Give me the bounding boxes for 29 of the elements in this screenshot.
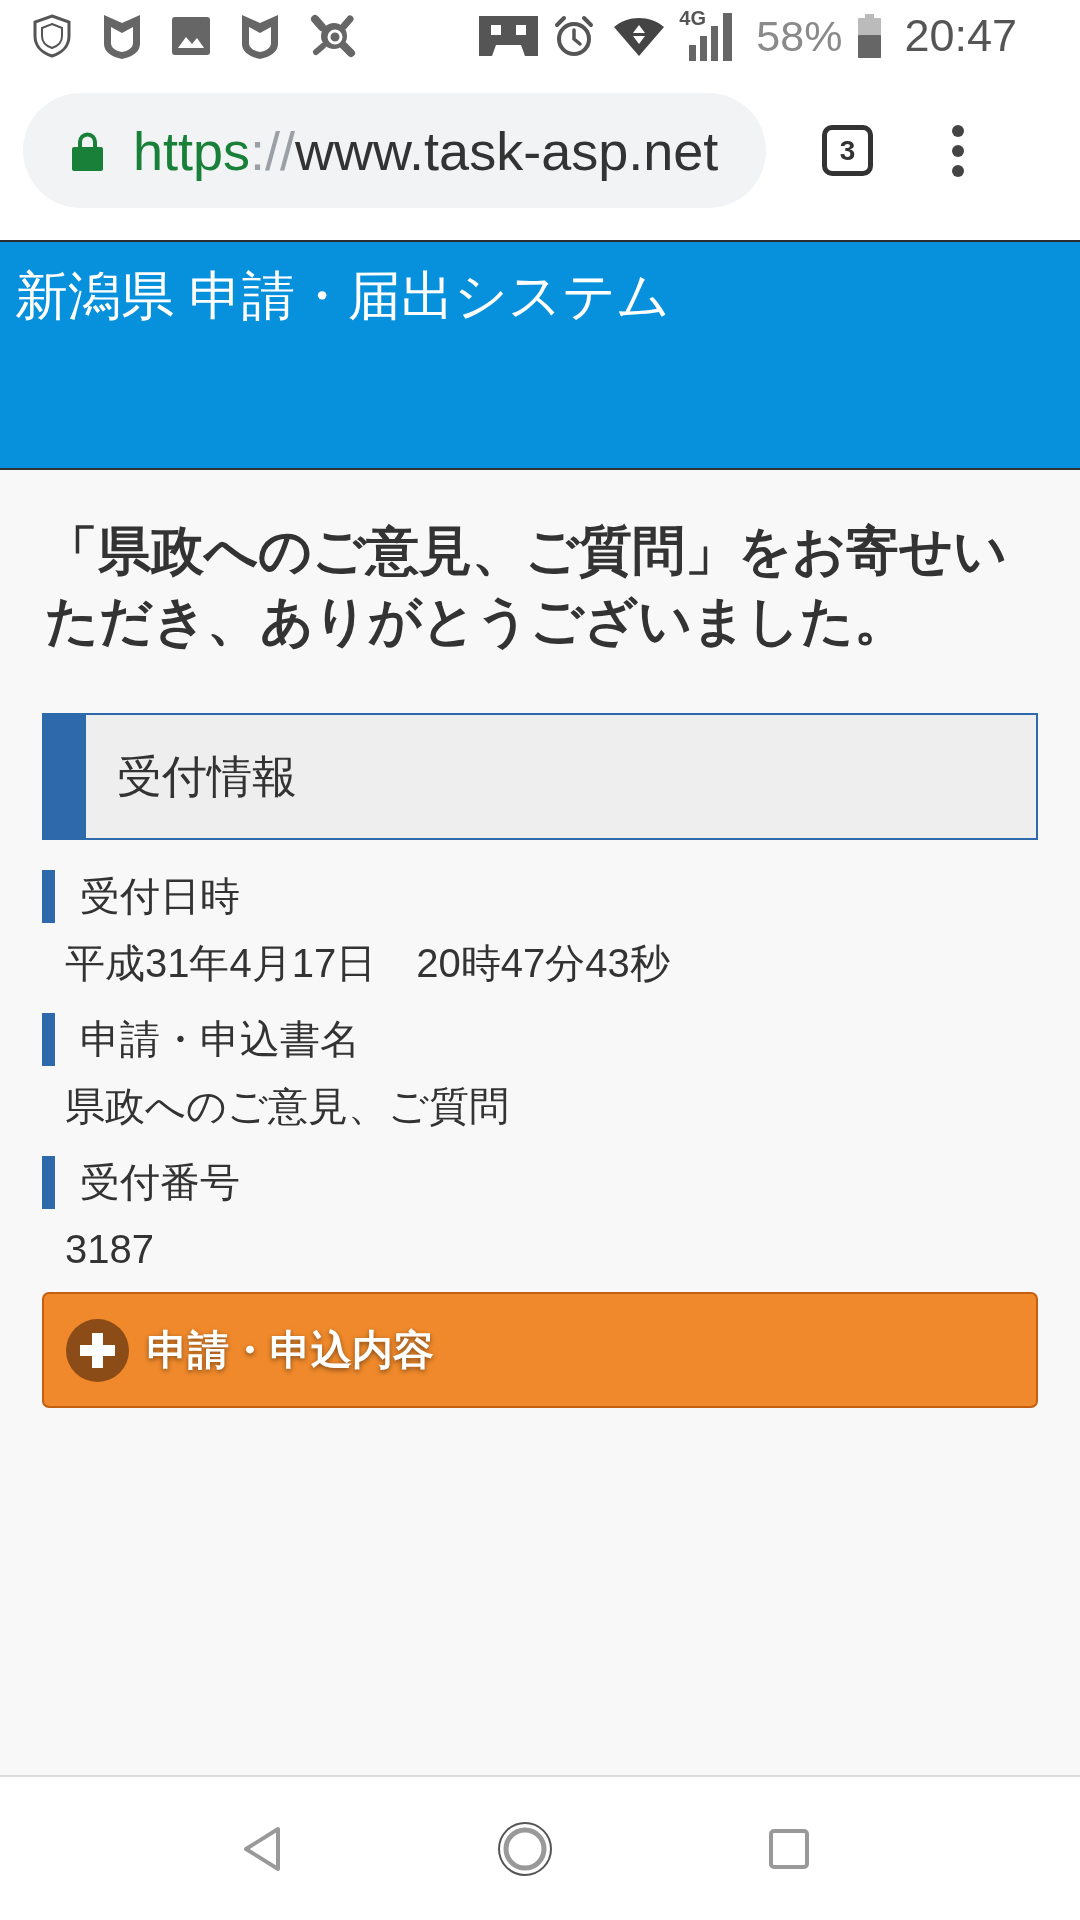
thank-you-message: 「県政へのご意見、ご質問」をお寄せいただき、ありがとうございました。 xyxy=(44,520,1008,652)
wifi-icon xyxy=(614,16,665,56)
clock-text: 20:47 xyxy=(904,11,1017,61)
field-value: 平成31年4月17日 20時47分43秒 xyxy=(64,940,670,987)
menu-icon[interactable] xyxy=(951,125,965,177)
field-label: 受付日時 xyxy=(42,870,240,923)
field-value: 県政へのご意見、ご質問 xyxy=(64,1083,509,1130)
address-bar[interactable]: https://www.task-asp.net xyxy=(23,93,766,208)
back-icon[interactable] xyxy=(243,1825,281,1872)
shield-outline-icon xyxy=(32,14,72,58)
field-value: 3187 xyxy=(64,1226,154,1273)
cassette-icon xyxy=(479,16,539,56)
battery-icon xyxy=(858,14,882,58)
url-text[interactable]: https://www.task-asp.net xyxy=(133,118,719,183)
network-type-text: 4G xyxy=(679,7,706,29)
shield-icon xyxy=(240,12,280,60)
image-icon xyxy=(172,17,210,55)
battery-percent-text: 58% xyxy=(756,11,843,61)
alarm-clock-icon xyxy=(554,15,595,57)
lock-icon xyxy=(72,130,103,171)
home-icon[interactable] xyxy=(498,1821,552,1876)
tab-switcher-button[interactable]: 3 xyxy=(822,125,873,176)
field-label: 申請・申込書名 xyxy=(42,1013,360,1066)
field-label: 受付番号 xyxy=(42,1156,240,1209)
section-title: 受付情報 xyxy=(116,749,297,804)
recents-icon[interactable] xyxy=(769,1828,809,1869)
shield-icon xyxy=(102,12,142,60)
site-title: 新潟県 申請・届出システム xyxy=(15,265,670,327)
splat-icon xyxy=(310,13,356,59)
